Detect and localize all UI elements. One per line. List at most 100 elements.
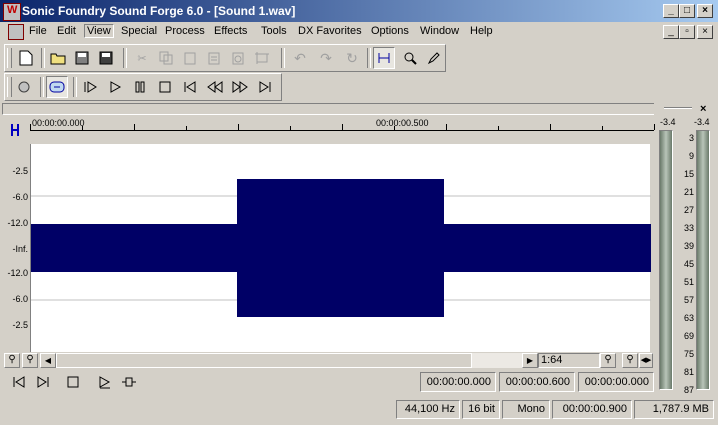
selection-length-field[interactable]: 00:00:00.000: [578, 372, 654, 392]
standard-toolbar: ✂ ↶ ↷ ↻: [4, 44, 446, 72]
playbar-stop-icon[interactable]: [62, 371, 84, 393]
menu-help[interactable]: Help: [470, 25, 493, 37]
fast-forward-icon[interactable]: [229, 76, 251, 98]
redo-icon[interactable]: ↷: [315, 47, 337, 69]
save-icon[interactable]: [71, 47, 93, 69]
playbar-play-mode-icon[interactable]: [118, 371, 140, 393]
meter-scale: 3 9 15 21 27 33 39 45 51 57 63 69 75 81 87: [673, 130, 696, 395]
toolbar-separator: [41, 48, 45, 68]
zoom-in-icon[interactable]: ⚲: [4, 353, 20, 368]
scroll-right-button[interactable]: ▶: [522, 353, 538, 368]
playbar-play-icon[interactable]: [94, 371, 116, 393]
undo-icon[interactable]: ↶: [289, 47, 311, 69]
meter-scale-label: 33: [683, 223, 694, 233]
meter-scale-label: 15: [683, 169, 694, 179]
level-zoom-icon[interactable]: ◀▶: [639, 353, 653, 368]
menu-process[interactable]: Process: [165, 25, 205, 37]
pencil-tool-icon[interactable]: [423, 47, 445, 69]
meter-scale-label: 75: [683, 349, 694, 359]
edit-tool-icon[interactable]: [373, 47, 395, 69]
open-icon[interactable]: [47, 47, 69, 69]
record-icon[interactable]: [13, 76, 35, 98]
zoom-out-level-icon[interactable]: ⚲: [622, 353, 638, 368]
minimize-button[interactable]: _: [663, 4, 679, 18]
scroll-left-button[interactable]: ◀: [40, 353, 56, 368]
cut-icon[interactable]: ✂: [131, 47, 153, 69]
copy-icon[interactable]: [155, 47, 177, 69]
right-meter-bar: [696, 130, 710, 390]
rewind-icon[interactable]: [204, 76, 226, 98]
ruler-tick: [238, 124, 239, 130]
go-to-start-icon[interactable]: [179, 76, 201, 98]
bit-depth[interactable]: 16 bit: [462, 400, 500, 419]
transport-toolbar: [4, 73, 282, 101]
waveform-quiet-right: [444, 224, 651, 272]
selection-start-field[interactable]: 00:00:00.000: [420, 372, 496, 392]
scroll-track[interactable]: [472, 353, 522, 368]
zoom-out-icon[interactable]: ⚲: [22, 353, 38, 368]
level-label: -Inf.: [12, 244, 28, 254]
document-icon[interactable]: [8, 24, 24, 40]
title-bar: Sonic Foundry Sound Forge 6.0 - [Sound 1…: [0, 0, 718, 22]
right-peak[interactable]: -3.4: [694, 117, 710, 127]
paste-new-icon[interactable]: [203, 47, 225, 69]
menu-special[interactable]: Special: [121, 25, 157, 37]
doc-close-button[interactable]: ×: [697, 25, 713, 39]
menu-window[interactable]: Window: [420, 25, 459, 37]
zoom-ratio: 1:64: [538, 353, 600, 368]
doc-minimize-button[interactable]: _: [663, 25, 679, 39]
loop-playback-icon[interactable]: [46, 76, 68, 98]
zoom-in-level-icon[interactable]: ⚲: [600, 353, 616, 368]
overview-bar[interactable]: [2, 103, 654, 115]
ruler-tick: [550, 124, 551, 130]
toolbar-separator: [367, 48, 371, 68]
playbar: 00:00:00.000 00:00:00.600 00:00:00.000: [2, 370, 654, 396]
menu-options[interactable]: Options: [371, 25, 409, 37]
mix-icon[interactable]: [227, 47, 249, 69]
level-label: -2.5: [12, 166, 28, 176]
close-button[interactable]: ×: [697, 4, 713, 18]
menu-file[interactable]: File: [29, 25, 47, 37]
menu-effects[interactable]: Effects: [214, 25, 247, 37]
meter-close-icon[interactable]: ×: [700, 103, 706, 115]
waveform-loud-section: [237, 179, 444, 317]
app-icon[interactable]: [3, 3, 21, 21]
menu-dx-favorites[interactable]: DX Favorites: [298, 25, 362, 37]
sample-rate[interactable]: 44,100 Hz: [396, 400, 460, 419]
time-ruler[interactable]: 00:00:00.000 00:00:00.500: [30, 116, 655, 144]
menu-tools[interactable]: Tools: [261, 25, 287, 37]
maximize-button[interactable]: □: [679, 4, 695, 18]
play-icon[interactable]: [104, 76, 126, 98]
doc-restore-button[interactable]: ▫: [679, 25, 695, 39]
trim-icon[interactable]: [251, 47, 273, 69]
save-as-icon[interactable]: [95, 47, 117, 69]
left-peak[interactable]: -3.4: [660, 117, 676, 127]
menu-edit[interactable]: Edit: [57, 25, 76, 37]
repeat-icon[interactable]: ↻: [341, 47, 363, 69]
meter-grip[interactable]: [664, 107, 692, 109]
go-to-end-icon[interactable]: [254, 76, 276, 98]
menu-view[interactable]: View: [84, 24, 114, 38]
meter-scale-label: 69: [683, 331, 694, 341]
magnify-tool-icon[interactable]: [399, 47, 421, 69]
level-label: -12.0: [7, 218, 28, 228]
toolbar-grip[interactable]: [7, 48, 12, 68]
meter-scale-label: 51: [683, 277, 694, 287]
status-bar: 44,100 Hz 16 bit Mono 00:00:00.900 1,787…: [0, 398, 718, 425]
meter-scale-label: 57: [683, 295, 694, 305]
waveform-display[interactable]: [30, 144, 651, 352]
play-all-icon[interactable]: [79, 76, 101, 98]
stop-icon[interactable]: [154, 76, 176, 98]
meter-scale-label: 63: [683, 313, 694, 323]
playbar-go-to-end-icon[interactable]: [32, 371, 54, 393]
channels[interactable]: Mono: [502, 400, 550, 419]
paste-icon[interactable]: [179, 47, 201, 69]
scroll-thumb[interactable]: [56, 353, 472, 368]
playbar-go-to-start-icon[interactable]: [8, 371, 30, 393]
selection-end-field[interactable]: 00:00:00.600: [499, 372, 575, 392]
toolbar-separator: [73, 77, 77, 97]
pause-icon[interactable]: [129, 76, 151, 98]
toolbar-grip[interactable]: [7, 77, 12, 97]
meter-scale-label: 27: [683, 205, 694, 215]
new-icon[interactable]: [15, 47, 37, 69]
